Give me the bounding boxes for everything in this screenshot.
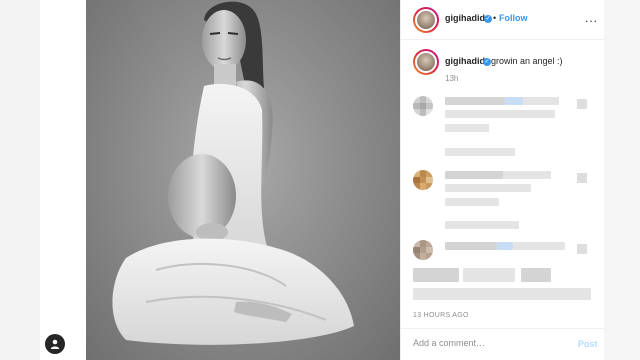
user-tag-button[interactable] [45, 334, 65, 354]
comment-text-blurred [445, 110, 555, 118]
comment-text-blurred [523, 97, 559, 105]
post-header: gigihadid ✓ • Follow ... [401, 0, 605, 40]
follow-button[interactable]: Follow [499, 13, 528, 23]
comment-text-blurred [463, 268, 515, 282]
header-separator: • [493, 13, 497, 23]
verified-badge-icon: ✓ [483, 58, 491, 66]
comment-text-blurred [445, 184, 531, 192]
comment-avatar-blurred [413, 240, 433, 260]
comment-text-blurred [445, 242, 497, 250]
comment-meta-blurred [445, 221, 519, 229]
comment-avatar-blurred [413, 96, 433, 116]
author-username[interactable]: gigihadid [445, 13, 485, 23]
background-right [604, 0, 640, 360]
comment-text-blurred [413, 268, 459, 282]
post-photo-illustration [112, 1, 354, 345]
comment-text-blurred [445, 124, 489, 132]
author-avatar[interactable] [413, 7, 439, 33]
comment-box: Post [401, 328, 605, 360]
comment-text-blurred [413, 288, 591, 300]
comment-meta-blurred [445, 148, 515, 156]
post-photo[interactable] [86, 0, 400, 360]
comment-mention-blurred [497, 242, 513, 250]
comment-text-blurred [503, 171, 551, 179]
caption-username[interactable]: gigihadid [445, 56, 485, 66]
background-left [0, 0, 40, 360]
post-caption: growin an angel :) [491, 56, 563, 66]
comment-text-blurred [521, 268, 551, 282]
comment-text-blurred [445, 171, 503, 179]
post-time-ago: 13 HOURS AGO [413, 312, 469, 319]
comment-text-blurred [445, 198, 499, 206]
caption-timestamp: 13h [445, 74, 459, 83]
like-comment-icon[interactable] [577, 99, 587, 109]
comment-avatar-blurred [413, 170, 433, 190]
comment-input[interactable] [413, 338, 563, 348]
post-side-panel: gigihadid ✓ • Follow ... gigihadid ✓ gro… [400, 0, 605, 360]
more-options-icon[interactable]: ... [585, 11, 598, 25]
user-tag-icon [50, 339, 60, 349]
comment-mention-blurred [505, 97, 523, 105]
comment-text-blurred [513, 242, 565, 250]
post-comment-button[interactable]: Post [578, 339, 598, 349]
verified-badge-icon: ✓ [484, 15, 492, 23]
like-comment-icon[interactable] [577, 244, 587, 254]
comment-text-blurred [445, 97, 505, 105]
caption-author-avatar[interactable] [413, 49, 439, 75]
like-comment-icon[interactable] [577, 173, 587, 183]
